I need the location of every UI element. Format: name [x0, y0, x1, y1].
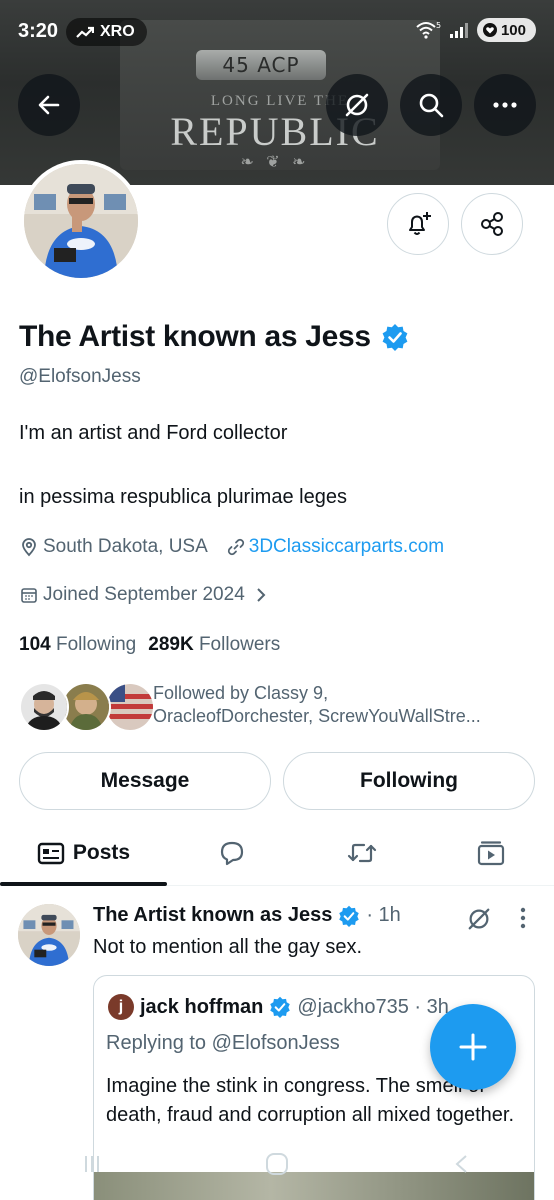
- more-icon: [493, 102, 517, 108]
- display-name: The Artist known as Jess: [19, 320, 371, 353]
- media-icon: [477, 841, 504, 866]
- share-icon: [481, 212, 503, 236]
- back-button[interactable]: [18, 74, 80, 136]
- tab-posts-label: Posts: [72, 841, 131, 864]
- verified-badge-icon: [270, 996, 291, 1018]
- wifi-icon: 5: [416, 21, 441, 39]
- status-icons: 5 100: [415, 18, 536, 42]
- post-header: The Artist known as Jess · 1h: [93, 904, 401, 927]
- recents-icon[interactable]: [81, 1153, 103, 1175]
- verified-badge-icon: [339, 905, 360, 927]
- tab-media[interactable]: [427, 820, 554, 886]
- heart-shield-icon: [482, 23, 497, 37]
- profile-website-link[interactable]: 3DClassiccarparts.com: [249, 536, 444, 558]
- signal-icon: [449, 23, 468, 38]
- tab-reposts[interactable]: [297, 820, 427, 886]
- profile-name-row: The Artist known as Jess: [19, 320, 409, 354]
- profile-location: South Dakota, USA: [43, 536, 208, 557]
- ticker-label: XRO: [100, 23, 135, 40]
- link-icon: [227, 538, 244, 556]
- post-author-name[interactable]: The Artist known as Jess: [93, 904, 332, 927]
- joined-row[interactable]: Joined September 2024: [19, 584, 267, 606]
- status-time: 3:20: [18, 20, 59, 42]
- share-button[interactable]: [461, 193, 523, 255]
- tab-posts[interactable]: Posts: [0, 820, 167, 886]
- more-button[interactable]: [474, 74, 536, 136]
- quoted-author-handle: @jackho735 · 3h: [297, 995, 449, 1018]
- message-button[interactable]: Message: [19, 752, 271, 810]
- search-button[interactable]: [400, 74, 462, 136]
- reposts-icon: [347, 843, 377, 863]
- profile-avatar[interactable]: [20, 160, 142, 282]
- post-author-avatar[interactable]: [18, 904, 80, 966]
- plus-icon: [459, 1033, 487, 1061]
- grok-icon[interactable]: [466, 906, 492, 932]
- location-pin-icon: [22, 538, 36, 557]
- follow-counts: 104 Following 289K Followers: [19, 634, 280, 656]
- tab-replies[interactable]: [167, 820, 297, 886]
- trend-up-icon: [76, 26, 94, 38]
- bio-line-1: I'm an artist and Ford collector: [19, 422, 288, 444]
- active-tab-indicator: [0, 882, 167, 886]
- quoted-author-name: jack hoffman: [140, 995, 264, 1018]
- avatar-photo: [24, 164, 138, 278]
- notifications-button[interactable]: [387, 193, 449, 255]
- home-icon[interactable]: [264, 1151, 290, 1177]
- ticker-pill[interactable]: XRO: [66, 18, 147, 46]
- status-bar: 3:20 XRO 5 100: [0, 0, 554, 64]
- followed-by-text: Followed by Classy 9, OracleofDorchester…: [153, 682, 481, 728]
- battery-level: 100: [500, 21, 526, 39]
- back-arrow-icon: [38, 95, 60, 115]
- followed-by-row[interactable]: Followed by Classy 9, OracleofDorchester…: [19, 680, 539, 734]
- grok-button[interactable]: [326, 74, 388, 136]
- followed-by-line-1: Followed by Classy 9,: [153, 683, 329, 703]
- profile-tabs: Posts: [0, 820, 554, 886]
- laurel-icon: ❧ ❦ ❧: [240, 154, 310, 171]
- compose-button[interactable]: [430, 1004, 516, 1090]
- followers-count: 289K: [148, 634, 194, 655]
- android-nav-bar: [0, 1146, 554, 1182]
- followed-by-avatar-3: [105, 682, 155, 732]
- chevron-right-icon: [257, 588, 266, 602]
- followers-count-link[interactable]: 289K Followers: [148, 634, 280, 656]
- following-label: Following: [55, 634, 137, 655]
- following-count-link[interactable]: 104 Following: [19, 634, 136, 656]
- post-time: · 1h: [366, 904, 401, 926]
- following-count: 104: [19, 634, 51, 655]
- back-nav-icon[interactable]: [451, 1153, 473, 1175]
- quoted-replying-to: Replying to @ElofsonJess: [106, 1032, 340, 1054]
- posts-icon: [37, 842, 65, 865]
- joined-date: Joined September 2024: [43, 584, 245, 605]
- calendar-icon: [21, 588, 37, 603]
- bell-plus-icon: [409, 212, 431, 235]
- grok-icon: [345, 93, 369, 117]
- search-icon: [419, 93, 444, 118]
- profile-handle: @ElofsonJess: [19, 366, 141, 387]
- quoted-post-header: j jack hoffman @jackho735 · 3h: [108, 994, 449, 1020]
- followed-by-line-2: OracleofDorchester, ScrewYouWallStre...: [153, 706, 481, 726]
- followed-by-avatar-1: [19, 682, 69, 732]
- verified-badge-icon[interactable]: [381, 323, 409, 351]
- following-button[interactable]: Following: [283, 752, 535, 810]
- post-text: Not to mention all the gay sex.: [93, 936, 363, 958]
- bio-line-2: in pessima respublica plurimae leges: [19, 486, 347, 508]
- battery-indicator: 100: [476, 18, 536, 42]
- svg-text:5: 5: [436, 21, 441, 30]
- quoted-author-avatar: j: [108, 994, 134, 1020]
- followers-label: Followers: [198, 634, 281, 655]
- profile-meta-row: South Dakota, USA 3DClassiccarparts.com: [19, 536, 444, 558]
- post-more-icon[interactable]: [519, 906, 527, 930]
- replies-icon: [220, 841, 244, 866]
